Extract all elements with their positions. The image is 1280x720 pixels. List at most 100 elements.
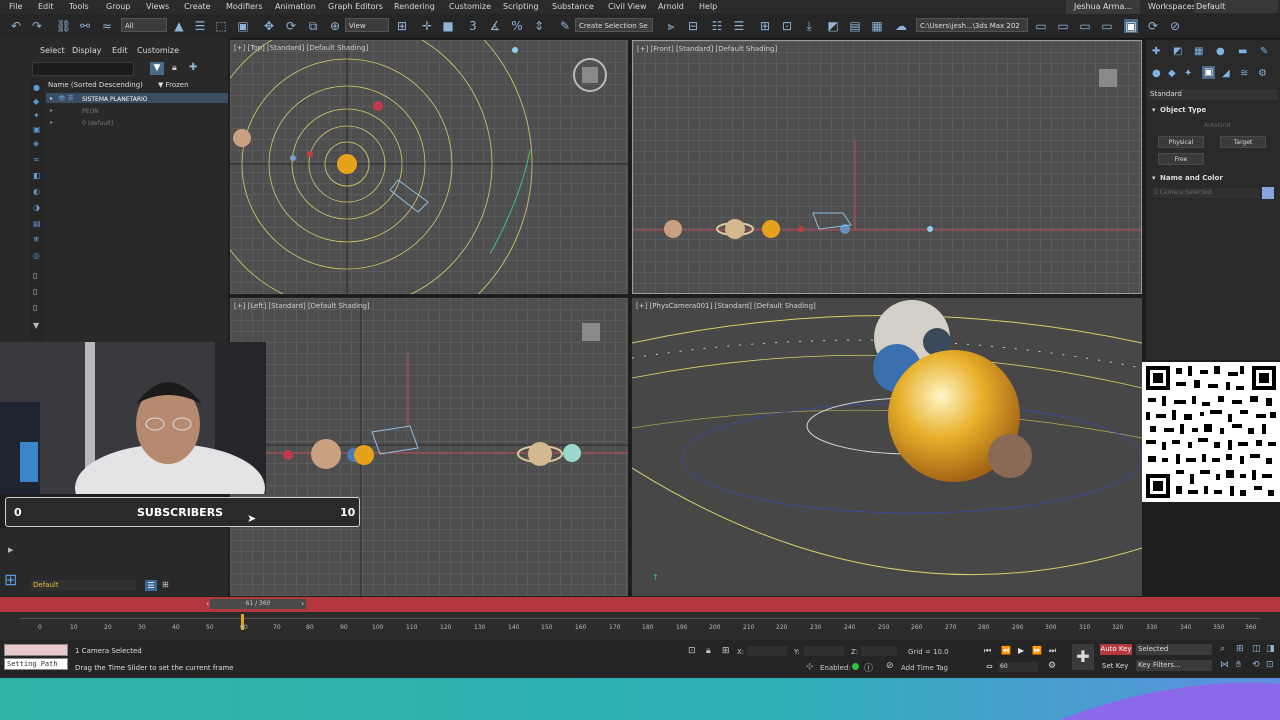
utilities-tab-icon[interactable]: ✎ (1260, 46, 1268, 57)
display-bones-icon[interactable]: ◑ (33, 204, 41, 212)
set-project-icon[interactable]: ▭ (1078, 19, 1092, 33)
mirror-icon[interactable]: ⫸ (664, 19, 678, 33)
enabled-indicator[interactable] (852, 663, 859, 670)
zoom-icon[interactable]: ⌕ (1220, 644, 1225, 654)
spacewarps-icon[interactable]: ≋ (1240, 68, 1248, 79)
placement-icon[interactable]: ⊕ (328, 19, 342, 33)
percent-snap-icon[interactable]: % (510, 19, 524, 33)
tab-select[interactable]: Select (40, 46, 65, 55)
previous-key-icon[interactable]: ⏪ (1001, 646, 1011, 655)
redo-icon[interactable]: ↷ (30, 19, 44, 33)
toggle-ribbon-icon[interactable]: ☰ (732, 19, 746, 33)
viewport-front-label[interactable]: [+] [Front] [Standard] [Default Shading] (637, 45, 777, 53)
named-selection-set-select[interactable]: Create Selection Se (575, 18, 653, 32)
display-groups-icon[interactable]: ◧ (33, 172, 41, 180)
display-none-icon[interactable]: ▯ (33, 288, 41, 296)
create-tab-icon[interactable]: ✚ (1152, 46, 1160, 57)
menu-tools[interactable]: Tools (69, 2, 89, 11)
name-column-header[interactable]: Name (Sorted Descending) (48, 81, 143, 89)
track-bar[interactable]: 0 10 20 30 40 50 60 70 80 90 100 110 120… (0, 612, 1280, 640)
set-key-icon[interactable]: ✚ (1072, 644, 1094, 670)
menu-substance[interactable]: Substance (552, 2, 594, 11)
filter-icon[interactable]: ▼ (150, 62, 164, 75)
object-name-field[interactable]: 1 Camera Selected (1152, 188, 1260, 198)
project-path-field[interactable]: C:\Users\jesh...\3ds Max 202 (916, 18, 1028, 32)
tab-edit[interactable]: Edit (112, 46, 128, 55)
rotate-icon[interactable]: ⟳ (284, 19, 298, 33)
tree-item-default-layer[interactable]: 0 (default) (82, 120, 114, 127)
key-selection-select[interactable]: Selected (1136, 644, 1212, 655)
spinner-snap-icon[interactable]: ⇕ (532, 19, 546, 33)
key-mode-icon[interactable]: ⇔ (986, 662, 993, 671)
edit-named-selection-icon[interactable]: ✎ (558, 19, 572, 33)
layer-select[interactable]: Default (30, 580, 136, 591)
angle-snap-icon[interactable]: ∡ (488, 19, 502, 33)
curve-editor-icon[interactable]: ⊞ (758, 19, 772, 33)
open-folder-icon[interactable]: ▭ (1056, 19, 1070, 33)
display-invert-icon[interactable]: ▯ (33, 304, 41, 312)
display-all-icon[interactable]: ▯ (33, 272, 41, 280)
tree-item-peon[interactable]: PEON (82, 108, 99, 115)
menu-views[interactable]: Views (146, 2, 169, 11)
bind-space-warp-icon[interactable]: ≈ (100, 19, 114, 33)
workspace-toggle-icon[interactable]: ▣ (1124, 19, 1138, 33)
viewport-left[interactable]: [+] [Left] [Standard] [Default Shading] (230, 298, 628, 596)
frozen-column-header[interactable]: ▼ Frozen (158, 81, 189, 89)
set-key-button[interactable]: Set Key (1102, 662, 1128, 670)
lock-icon[interactable]: 🔒︎ (172, 63, 177, 73)
z-coordinate-field[interactable] (861, 646, 897, 656)
expand-arrow-icon[interactable]: ▸ (50, 119, 53, 126)
zoom-all-icon[interactable]: ⊞ (1236, 644, 1244, 654)
pivot-icon[interactable]: ⊞ (395, 19, 409, 33)
scale-icon[interactable]: ⧉ (306, 19, 320, 33)
menu-edit[interactable]: Edit (38, 2, 54, 11)
viewport-camera[interactable]: ↑ [+] [PhysCamera001] [Standard] [Defaul… (632, 298, 1142, 596)
select-by-name-icon[interactable]: ☰ (193, 19, 207, 33)
layout-grid-icon[interactable]: ⊞ (4, 570, 17, 589)
viewport-left-label[interactable]: [+] [Left] [Standard] [Default Shading] (234, 302, 370, 310)
viewport-front[interactable]: [+] [Front] [Standard] [Default Shading] (632, 40, 1142, 294)
viewport-top[interactable]: [+] [Top] [Standard] [Default Shading] (230, 40, 628, 294)
layer-toggle-icon[interactable]: ☰ (145, 580, 157, 591)
motion-tab-icon[interactable]: ● (1216, 46, 1225, 57)
geometry-icon[interactable]: ● (1152, 68, 1161, 79)
helpers-icon[interactable]: ◢ (1222, 68, 1230, 79)
schematic-view-icon[interactable]: ⊡ (780, 19, 794, 33)
render-setup-icon[interactable]: ◩ (826, 19, 840, 33)
category-dropdown[interactable]: Standard (1148, 89, 1278, 100)
maximize-viewport-icon[interactable]: ⊡ (1266, 660, 1274, 670)
autogrid-checkbox[interactable]: AutoGrid (1204, 122, 1231, 129)
scene-search-input[interactable] (32, 62, 134, 76)
tree-item-sistema-planetario[interactable]: SISTEMA PLANETARIO (82, 96, 147, 103)
menu-customize[interactable]: Customize (449, 2, 491, 11)
menu-scripting[interactable]: Scripting (503, 2, 539, 11)
play-icon[interactable]: ▶ (1018, 646, 1024, 655)
tab-display[interactable]: Display (72, 46, 102, 55)
display-cameras-icon[interactable]: ▣ (33, 126, 41, 134)
current-frame-field[interactable]: 60 (998, 662, 1038, 672)
menu-animation[interactable]: Animation (275, 2, 316, 11)
key-filters-button[interactable]: Key Filters... (1136, 660, 1212, 671)
render-production-icon[interactable]: ▦ (870, 19, 884, 33)
user-account[interactable]: Jeshua Arma... (1066, 0, 1140, 14)
adaptive-degradation-icon[interactable]: ⊹ (806, 662, 814, 672)
menu-civil-view[interactable]: Civil View (608, 2, 647, 11)
display-shapes-icon[interactable]: ◆ (33, 98, 41, 106)
shapes-icon[interactable]: ◆ (1168, 68, 1176, 79)
window-crossing-icon[interactable]: ▣ (236, 19, 250, 33)
display-containers-icon[interactable]: ▤ (33, 220, 41, 228)
object-type-rollout[interactable]: Object Type (1160, 106, 1206, 114)
menu-modifiers[interactable]: Modifiers (226, 2, 263, 11)
unlink-icon[interactable]: ⚯ (78, 19, 92, 33)
lights-icon[interactable]: ✦ (1184, 68, 1192, 79)
maxscript-listener[interactable] (4, 644, 68, 656)
selection-filter-select[interactable]: All (121, 18, 167, 32)
reference-coordinate-select[interactable]: View (345, 18, 389, 32)
workspace-select[interactable]: Default (1194, 0, 1278, 13)
physical-camera-button[interactable]: Physical (1158, 136, 1204, 148)
display-xrefs-icon[interactable]: ◐ (33, 188, 41, 196)
expand-arrow-icon[interactable]: ▸ (50, 107, 53, 114)
keyboard-shortcut-icon[interactable]: ■ (441, 19, 455, 33)
menu-graph-editors[interactable]: Graph Editors (328, 2, 383, 11)
time-slider-track[interactable] (0, 597, 1280, 612)
